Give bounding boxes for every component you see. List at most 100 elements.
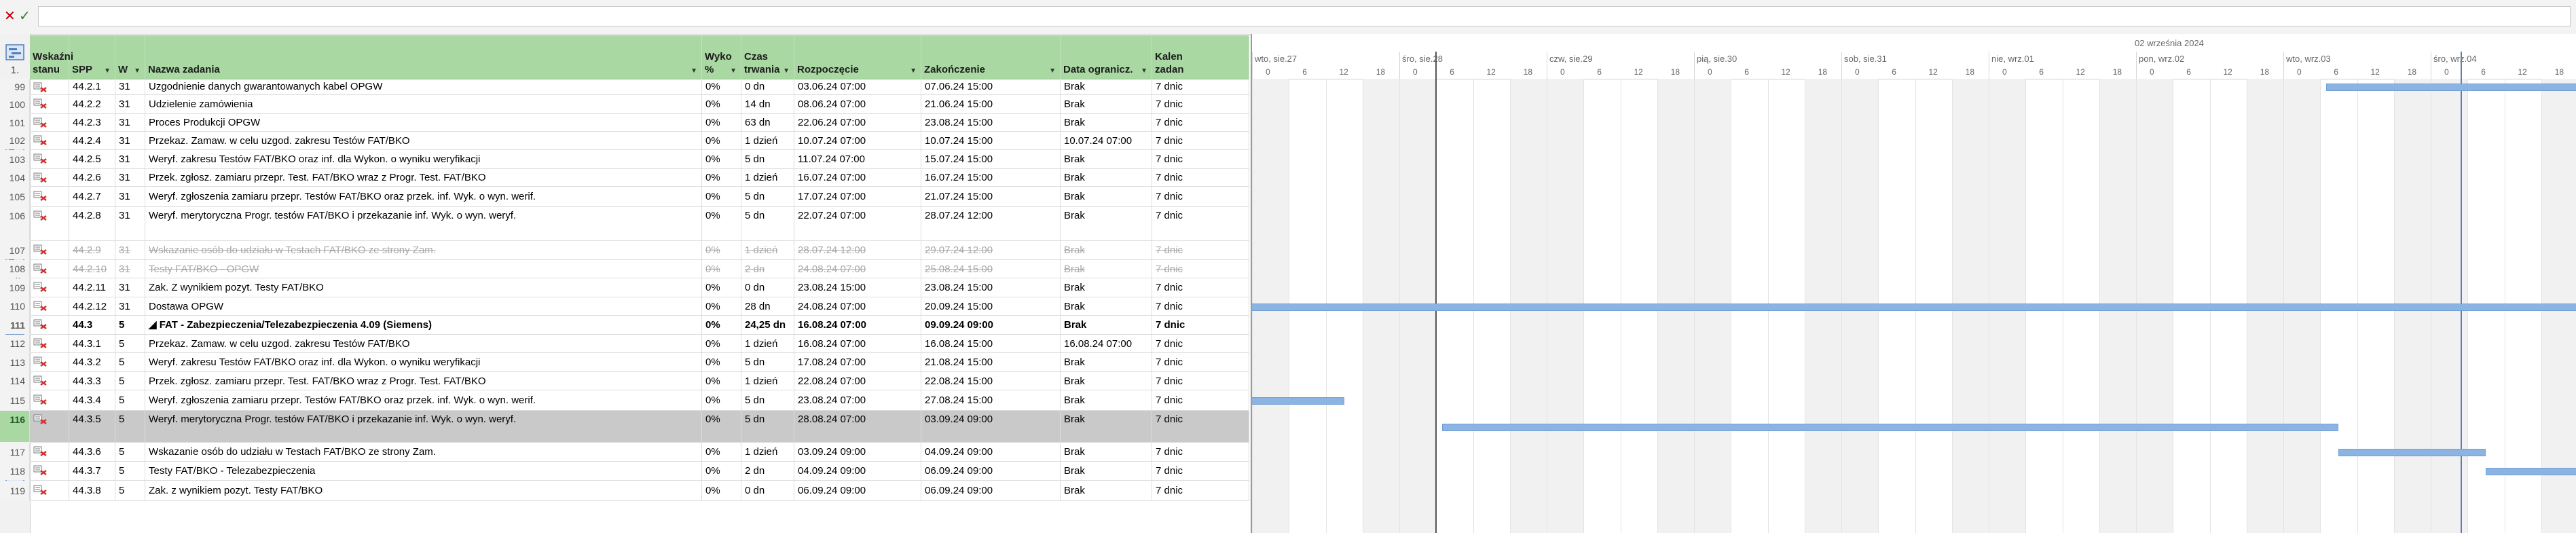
- cell-finish[interactable]: 25.08.24 15:00: [921, 260, 1061, 278]
- cell-pct[interactable]: 0%: [702, 79, 741, 94]
- row-id[interactable]: 109: [0, 278, 30, 297]
- cell-w[interactable]: 5: [115, 481, 145, 500]
- cell-pct[interactable]: 0%: [702, 132, 741, 149]
- cell-ind[interactable]: [30, 79, 69, 94]
- gantt-chart[interactable]: 02 września 2024 wto, sie.27 śro, sie.28 c…: [1251, 34, 2576, 533]
- cell-constraint[interactable]: Brak: [1061, 372, 1152, 390]
- cell-w[interactable]: 5: [115, 372, 145, 390]
- cell-spp[interactable]: 44.2.7: [69, 187, 115, 206]
- cell-start[interactable]: 16.07.24 07:00: [794, 169, 921, 186]
- table-row[interactable]: 100 44.2.2 31 Udzielenie zamówienia 0% 14 dn 0…: [0, 95, 1249, 114]
- cell-w[interactable]: 5: [115, 411, 145, 442]
- cell-start[interactable]: 28.07.24 12:00: [794, 241, 921, 259]
- column-header-w[interactable]: W ▼: [115, 35, 145, 79]
- cell-cal[interactable]: 7 dnic: [1152, 372, 1249, 390]
- cell-cal[interactable]: 7 dnic: [1152, 297, 1249, 315]
- cell-start[interactable]: 22.08.24 07:00: [794, 372, 921, 390]
- row-id[interactable]: 102: [0, 132, 30, 149]
- cell-pct[interactable]: 0%: [702, 207, 741, 240]
- cell-constraint[interactable]: Brak: [1061, 353, 1152, 371]
- table-row[interactable]: 111 44.3 5 ◢ FAT - Zabezpieczenia/Telezabez…: [0, 316, 1249, 335]
- cell-finish[interactable]: 29.07.24 12:00: [921, 241, 1061, 259]
- cell-constraint[interactable]: Brak: [1061, 260, 1152, 278]
- cell-pct[interactable]: 0%: [702, 169, 741, 186]
- cell-finish[interactable]: 04.09.24 09:00: [921, 443, 1061, 461]
- cell-spp[interactable]: 44.3.6: [69, 443, 115, 461]
- cell-pct[interactable]: 0%: [702, 114, 741, 131]
- column-header-ind[interactable]: Wskaźni stanu: [30, 35, 73, 79]
- cell-constraint[interactable]: Brak: [1061, 481, 1152, 500]
- cell-start[interactable]: 16.08.24 07:00: [794, 335, 921, 352]
- cell-cal[interactable]: 7 dnic: [1152, 187, 1249, 206]
- cell-start[interactable]: 03.06.24 07:00: [794, 79, 921, 94]
- table-row[interactable]: 107 44.2.9 31 Wskazanie osób do udziału w T…: [0, 241, 1249, 260]
- cell-ind[interactable]: [30, 372, 69, 390]
- cell-pct[interactable]: 0%: [702, 150, 741, 168]
- table-row[interactable]: 99 44.2.1 31 Uzgodnienie danych gwarantowan…: [0, 79, 1249, 95]
- cell-constraint[interactable]: Brak: [1061, 411, 1152, 442]
- cell-start[interactable]: 22.07.24 07:00: [794, 207, 921, 240]
- cell-start[interactable]: 17.08.24 07:00: [794, 353, 921, 371]
- cell-ind[interactable]: [30, 150, 69, 168]
- cell-cal[interactable]: 7 dnic: [1152, 169, 1249, 186]
- cell-w[interactable]: 31: [115, 187, 145, 206]
- cell-spp[interactable]: 44.2.2: [69, 95, 115, 113]
- cell-finish[interactable]: 23.08.24 15:00: [921, 114, 1061, 131]
- cell-constraint[interactable]: Brak: [1061, 187, 1152, 206]
- row-id[interactable]: 105: [0, 187, 30, 206]
- cell-ind[interactable]: [30, 132, 69, 149]
- cell-name[interactable]: Weryf. zgłoszenia zamiaru przepr. Testów…: [145, 187, 702, 206]
- table-row[interactable]: 118 44.3.7 5 Testy FAT/BKO - Telezabezpiecz…: [0, 462, 1249, 481]
- row-id[interactable]: 113: [0, 353, 30, 371]
- column-header-spp[interactable]: SPP ▼: [69, 35, 115, 79]
- cell-start[interactable]: 04.09.24 09:00: [794, 462, 921, 480]
- filter-arrow-icon[interactable]: ▼: [1049, 67, 1056, 75]
- cell-spp[interactable]: 44.2.6: [69, 169, 115, 186]
- cell-dur[interactable]: 1 dzień: [741, 372, 794, 390]
- table-row[interactable]: 106 44.2.8 31 Weryf. merytoryczna Progr. te…: [0, 207, 1249, 241]
- table-row[interactable]: 119 44.3.8 5 Zak. z wynikiem pozyt. Testy F…: [0, 481, 1249, 501]
- column-header-start[interactable]: Rozpoczęcie ▼: [794, 35, 921, 79]
- row-id[interactable]: 106: [0, 207, 30, 240]
- cell-cal[interactable]: 7 dnic: [1152, 462, 1249, 480]
- cell-spp[interactable]: 44.2.8: [69, 207, 115, 240]
- column-header-name[interactable]: Nazwa zadania ▼: [145, 35, 702, 79]
- cell-pct[interactable]: 0%: [702, 278, 741, 297]
- cell-dur[interactable]: 0 dn: [741, 79, 794, 94]
- table-row[interactable]: 102 44.2.4 31 Przekaz. Zamaw. w celu uzgod.…: [0, 132, 1249, 150]
- cell-pct[interactable]: 0%: [702, 297, 741, 315]
- table-row[interactable]: 104 44.2.6 31 Przek. zgłosz. zamiaru przepr…: [0, 169, 1249, 187]
- cell-spp[interactable]: 44.2.3: [69, 114, 115, 131]
- cell-name[interactable]: ◢ FAT - Zabezpieczenia/Telezabezpieczeni…: [145, 316, 702, 334]
- cell-cal[interactable]: 7 dnic: [1152, 481, 1249, 500]
- cell-name[interactable]: Zak. Z wynikiem pozyt. Testy FAT/BKO: [145, 278, 702, 297]
- row-id[interactable]: 112: [0, 335, 30, 352]
- cell-start[interactable]: 28.08.24 07:00: [794, 411, 921, 442]
- cell-name[interactable]: Zak. z wynikiem pozyt. Testy FAT/BKO: [145, 481, 702, 500]
- cell-start[interactable]: 17.07.24 07:00: [794, 187, 921, 206]
- cell-w[interactable]: 31: [115, 169, 145, 186]
- row-id[interactable]: 117: [0, 443, 30, 461]
- cell-name[interactable]: Przek. zgłosz. zamiaru przepr. Test. FAT…: [145, 372, 702, 390]
- cell-dur[interactable]: 1 dzień: [741, 443, 794, 461]
- filter-arrow-icon[interactable]: ▼: [104, 67, 111, 75]
- gantt-task-bar[interactable]: [1442, 423, 2339, 431]
- cell-pct[interactable]: 0%: [702, 353, 741, 371]
- cell-pct[interactable]: 0%: [702, 390, 741, 410]
- cell-pct[interactable]: 0%: [702, 462, 741, 480]
- cell-name[interactable]: Dostawa OPGW: [145, 297, 702, 315]
- cell-pct[interactable]: 0%: [702, 260, 741, 278]
- cell-cal[interactable]: 7 dnic: [1152, 335, 1249, 352]
- cell-spp[interactable]: 44.2.5: [69, 150, 115, 168]
- cell-spp[interactable]: 44.3.7: [69, 462, 115, 480]
- cell-spp[interactable]: 44.2.10: [69, 260, 115, 278]
- cell-ind[interactable]: [30, 462, 69, 480]
- cell-ind[interactable]: [30, 335, 69, 352]
- cell-spp[interactable]: 44.2.4: [69, 132, 115, 149]
- cell-finish[interactable]: 07.06.24 15:00: [921, 79, 1061, 94]
- cell-dur[interactable]: 5 dn: [741, 390, 794, 410]
- cell-cal[interactable]: 7 dnic: [1152, 207, 1249, 240]
- cell-spp[interactable]: 44.3.4: [69, 390, 115, 410]
- cell-cal[interactable]: 7 dnic: [1152, 241, 1249, 259]
- cell-constraint[interactable]: Brak: [1061, 443, 1152, 461]
